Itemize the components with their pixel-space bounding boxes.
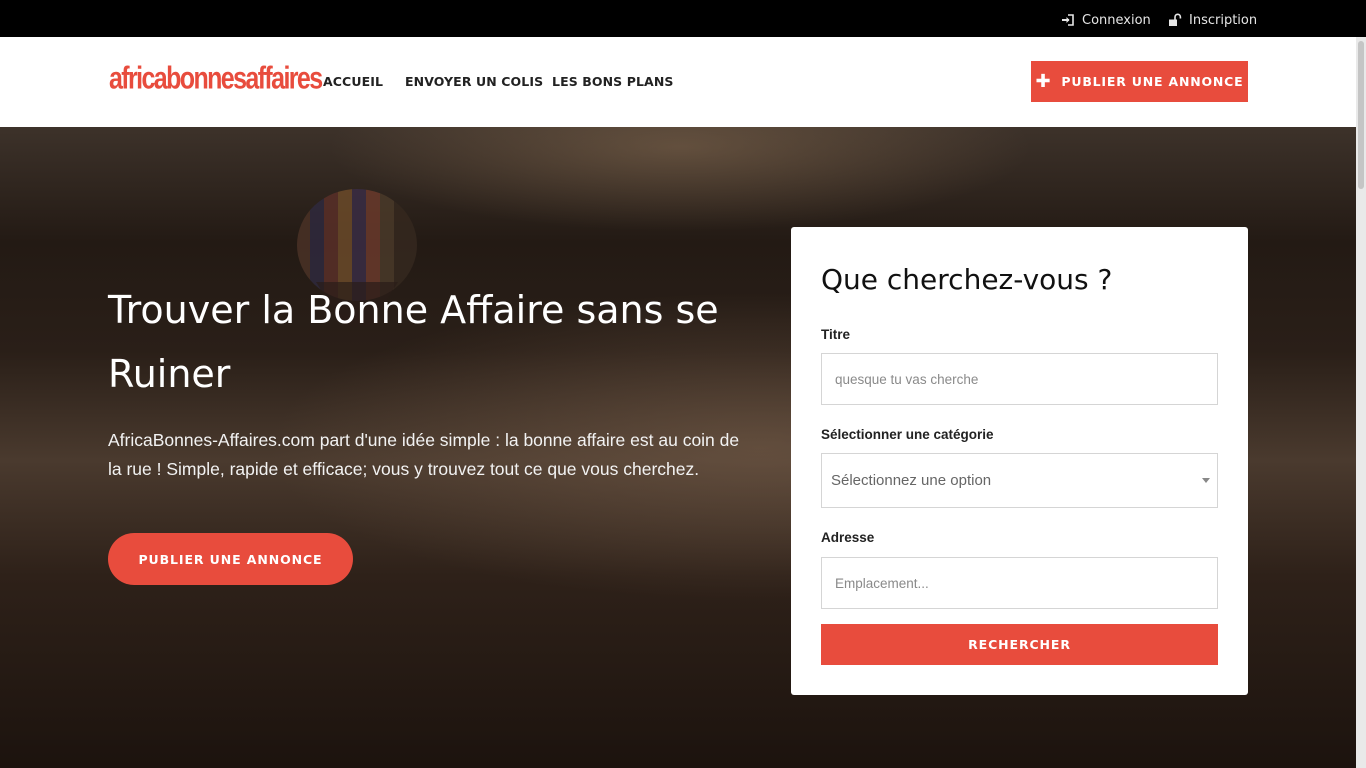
address-label: Adresse (821, 530, 875, 545)
sign-in-icon (1061, 13, 1075, 27)
register-link[interactable]: Inscription (1168, 12, 1257, 28)
site-logo[interactable]: africabonnesaffaires (109, 61, 323, 97)
page-scrollbar[interactable] (1356, 37, 1366, 768)
unlock-icon (1168, 13, 1182, 27)
address-input[interactable] (821, 557, 1218, 609)
category-label: Sélectionner une catégorie (821, 427, 994, 442)
nav-envoyer-colis[interactable]: ENVOYER UN COLIS (405, 74, 543, 89)
category-select[interactable]: Sélectionnez une option (821, 453, 1218, 508)
main-header: africabonnesaffaires ACCUEIL ENVOYER UN … (0, 37, 1366, 127)
search-button[interactable]: RECHERCHER (821, 624, 1218, 665)
scrollbar-thumb[interactable] (1358, 41, 1364, 189)
login-link[interactable]: Connexion (1061, 12, 1151, 28)
publish-ad-label: PUBLIER UNE ANNONCE (1061, 74, 1244, 89)
plus-icon: ✚ (1035, 70, 1052, 92)
titre-input[interactable] (821, 353, 1218, 405)
register-label: Inscription (1189, 12, 1258, 28)
publish-ad-button-hero[interactable]: PUBLIER UNE ANNONCE (108, 533, 353, 585)
search-card-title: Que cherchez-vous ? (821, 263, 1113, 296)
top-bar: Connexion Inscription (0, 0, 1366, 37)
caret-down-icon (1202, 478, 1210, 483)
nav-bons-plans[interactable]: LES BONS PLANS (552, 74, 674, 89)
login-label: Connexion (1082, 12, 1151, 28)
titre-label: Titre (821, 327, 851, 342)
nav-accueil[interactable]: ACCUEIL (323, 74, 383, 89)
publish-ad-button-header[interactable]: ✚ PUBLIER UNE ANNONCE (1031, 61, 1248, 102)
hero-title: Trouver la Bonne Affaire sans se Ruiner (108, 288, 719, 396)
category-select-value: Sélectionnez une option (831, 472, 992, 489)
search-card: Que cherchez-vous ? Titre Sélectionner u… (791, 227, 1248, 695)
hero-description: AfricaBonnes-Affaires.com part d'une idé… (108, 430, 740, 479)
